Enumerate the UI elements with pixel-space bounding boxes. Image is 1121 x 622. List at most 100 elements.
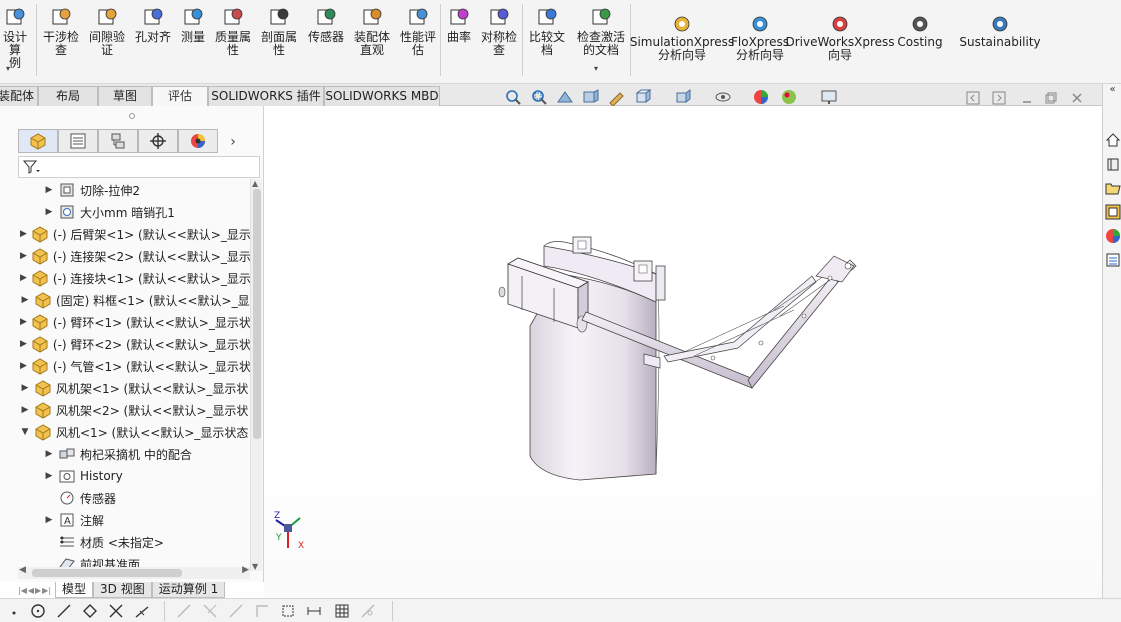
design-library-icon[interactable] (1105, 156, 1121, 172)
costing-button[interactable]: Costing (892, 14, 948, 49)
expand-toggle-icon[interactable]: ▶ (20, 405, 30, 415)
tab-evaluate[interactable]: 评估 (152, 86, 208, 106)
hscroll-thumb[interactable] (32, 569, 182, 577)
expand-toggle-icon[interactable]: ▶ (44, 449, 54, 459)
previous-view-icon[interactable] (556, 88, 574, 106)
tree-row[interactable]: ▶ 风机架<2> (默认<<默认>_显示状 (18, 399, 250, 421)
expand-toggle-icon[interactable]: ▶ (44, 207, 54, 217)
asm-visual-button[interactable]: 装配体 直观 (352, 6, 392, 57)
floxpress-button[interactable]: FloXpress 分析向导 (730, 14, 790, 62)
driveworks-button[interactable]: DriveWorksXpress 向导 (785, 14, 895, 62)
grid-icon[interactable] (334, 603, 350, 619)
tab-nav-arrows[interactable]: |◀ ◀ ▶ ▶| (18, 582, 51, 598)
expand-toggle-icon[interactable]: ▶ (20, 229, 27, 239)
design-study-button[interactable]: 设计算例 (0, 6, 30, 70)
tab-assembly[interactable]: 装配体 (0, 86, 38, 106)
interference-button[interactable]: 干涉检查 (40, 6, 82, 57)
appearances-icon[interactable] (1105, 228, 1121, 244)
graphics-area[interactable]: Z Y X (264, 106, 1104, 598)
polygon-icon[interactable] (82, 603, 98, 619)
hide-show-items-icon[interactable] (714, 88, 732, 106)
display-style-icon[interactable] (674, 88, 692, 106)
scroll-thumb[interactable] (253, 189, 261, 439)
scroll-right-icon[interactable]: ▶ (242, 565, 249, 575)
dynamic-annotation-icon[interactable] (608, 88, 626, 106)
scroll-left-icon[interactable]: ◀ (19, 565, 26, 575)
expand-toggle-icon[interactable]: ▶ (20, 273, 27, 283)
tab-dimxpert-manager[interactable] (138, 129, 178, 153)
scroll-up-icon[interactable]: ▲ (252, 179, 258, 188)
perf-eval-button[interactable]: 性能评估 (396, 6, 440, 57)
section-view-icon[interactable] (582, 88, 600, 106)
task-pane-expand-icon[interactable]: « (1103, 84, 1121, 100)
extend-icon[interactable] (134, 603, 150, 619)
dropdown-caret-icon[interactable]: ▾ (6, 64, 10, 73)
tree-row[interactable]: ▶ 风机架<1> (默认<<默认>_显示状 (18, 377, 250, 399)
view-orientation-icon[interactable] (634, 88, 652, 106)
tab-solidworks-addins[interactable]: SOLIDWORKS 插件 (208, 86, 324, 106)
restore-icon[interactable] (1044, 91, 1058, 105)
tabs-scroll-right-icon[interactable]: › (218, 129, 248, 155)
panel-splitter[interactable] (0, 106, 264, 126)
home-icon[interactable] (1105, 132, 1121, 148)
curvature-button[interactable]: 曲率 (444, 6, 474, 44)
tree-row[interactable]: ▶ (-) 气管<1> (默认<<默认>_显示状 (18, 355, 250, 377)
tree-row[interactable]: ▶ (-) 连接架<2> (默认<<默认>_显示 (18, 245, 250, 267)
tree-row[interactable]: ▶ A 注解 (18, 509, 250, 531)
expand-toggle-icon[interactable]: ▶ (20, 383, 30, 393)
expand-toggle-icon[interactable]: ▶ (20, 295, 30, 305)
expand-toggle-icon[interactable]: ▶ (20, 251, 27, 261)
tree-row[interactable]: ▶ 枸杞采摘机 中的配合 (18, 443, 250, 465)
tab-configuration-manager[interactable] (98, 129, 138, 153)
tab-layout[interactable]: 布局 (38, 86, 98, 106)
zoom-to-fit-icon[interactable] (504, 88, 522, 106)
edit-appearance-icon[interactable] (752, 88, 770, 106)
hole-align-button[interactable]: 孔对齐 (134, 6, 172, 44)
tree-row[interactable]: 材质 <未指定> (18, 531, 250, 553)
symmetry-button[interactable]: 对称检查 (478, 6, 520, 57)
sustainability-button[interactable]: Sustainability (959, 14, 1041, 49)
compare-button[interactable]: 比较文档 (526, 6, 568, 57)
section-props-button[interactable]: 剖面属性 (258, 6, 300, 57)
expand-toggle-icon[interactable]: ▶ (20, 317, 27, 327)
custom-properties-icon[interactable] (1105, 252, 1121, 268)
check-active-button[interactable]: 检查激活 的文档 (574, 6, 628, 57)
expand-toggle-icon[interactable]: ▶ (44, 185, 54, 195)
clearance-button[interactable]: 间隙验证 (86, 6, 128, 57)
line-icon[interactable] (56, 603, 72, 619)
tab-3d-views[interactable]: 3D 视图 (93, 582, 152, 598)
tree-vertical-scrollbar[interactable]: ▲ ▼ (250, 179, 262, 571)
minimize-icon[interactable] (1020, 91, 1034, 105)
tree-row[interactable]: 传感器 (18, 487, 250, 509)
expand-toggle-icon[interactable]: ▶ (20, 361, 27, 371)
expand-toggle-icon[interactable]: ▶ (44, 471, 54, 481)
expand-toggle-icon[interactable]: ▶ (20, 339, 27, 349)
assembly-model[interactable]: Z Y X (264, 106, 1104, 598)
tab-feature-manager[interactable] (18, 129, 58, 153)
tree-row[interactable]: ▶ (-) 臂环<2> (默认<<默认>_显示状 (18, 333, 250, 355)
tree-row[interactable]: ▶ (-) 连接块<1> (默认<<默认>_显示 (18, 267, 250, 289)
tree-filter[interactable] (18, 156, 260, 178)
dropdown-caret-icon[interactable]: ▾ (594, 64, 598, 73)
expand-toggle-icon[interactable]: ▼ (20, 427, 30, 437)
simxpress-button[interactable]: SimulationXpress 分析向导 (630, 14, 734, 62)
tree-horizontal-scrollbar[interactable]: ◀ ▶ (18, 565, 250, 579)
scroll-down-icon[interactable]: ▼ (252, 562, 258, 571)
file-explorer-icon[interactable] (1105, 180, 1121, 196)
tree-row[interactable]: ▶ (-) 臂环<1> (默认<<默认>_显示状 (18, 311, 250, 333)
rectangle-icon[interactable] (280, 603, 296, 619)
close-icon[interactable] (1070, 91, 1084, 105)
tree-row[interactable]: ▶ 大小mm 暗销孔1 (18, 201, 250, 223)
tab-sketch[interactable]: 草图 (98, 86, 152, 106)
view-settings-icon[interactable] (820, 88, 838, 106)
tab-display-manager[interactable] (178, 129, 218, 153)
tab-model[interactable]: 模型 (55, 582, 94, 598)
view-palette-icon[interactable] (1105, 204, 1121, 220)
circle-icon[interactable] (30, 603, 46, 619)
tree-row[interactable]: ▶ History (18, 465, 250, 487)
tab-property-manager[interactable] (58, 129, 98, 153)
tree-row[interactable]: ▶ (-) 后臂架<1> (默认<<默认>_显示 (18, 223, 250, 245)
dot-icon[interactable] (6, 603, 22, 619)
dimension-icon[interactable] (306, 603, 322, 619)
tab-solidworks-mbd[interactable]: SOLIDWORKS MBD (324, 86, 440, 106)
